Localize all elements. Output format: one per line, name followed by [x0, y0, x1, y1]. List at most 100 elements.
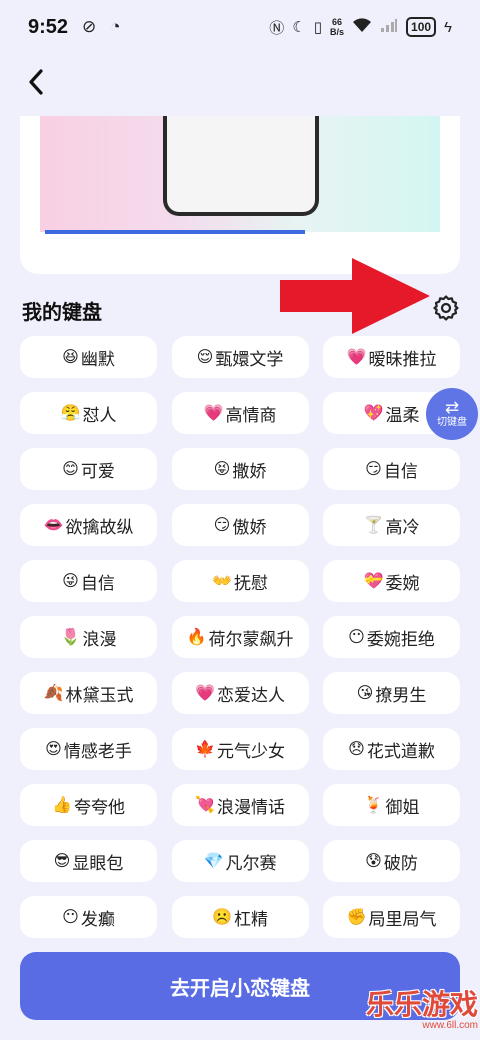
keyboard-chip[interactable]: 😍 情感老手 [20, 728, 157, 770]
keyboard-label: 御姐 [385, 797, 420, 817]
keyboard-emoji-icon: ✊ [346, 909, 367, 926]
keyboard-chip[interactable]: 😞 花式道歉 [323, 728, 460, 770]
back-button[interactable] [18, 64, 54, 100]
speedometer-icon: ◔ [110, 17, 121, 36]
keyboard-chip[interactable]: 😝 撒娇 [171, 448, 309, 490]
keyboard-label: 夸夸他 [73, 797, 125, 817]
keyboard-emoji-icon: 😏 [365, 461, 382, 478]
keyboard-emoji-icon: 😊 [62, 461, 79, 478]
keyboard-chip[interactable]: 😌 甄嬛文学 [171, 336, 309, 378]
keyboard-emoji-icon: 💗 [195, 685, 215, 702]
wifi-icon [352, 17, 372, 37]
keyboard-label: 恋爱达人 [216, 685, 285, 705]
keyboard-chip[interactable]: 🌷 浪漫 [20, 616, 157, 658]
keyboard-label: 撩男生 [375, 685, 427, 705]
keyboard-chip[interactable]: 💗 恋爱达人 [171, 672, 309, 714]
keyboard-label: 自信 [80, 573, 115, 593]
keyboard-chip[interactable]: 😰 破防 [323, 840, 460, 882]
keyboard-chip[interactable]: 😘 撩男生 [323, 672, 460, 714]
keyboard-label: 情感老手 [63, 741, 132, 761]
keyboard-chip[interactable]: 💎 凡尔赛 [171, 840, 309, 882]
keyboard-emoji-icon: 💝 [363, 573, 384, 590]
keyboard-label: 林黛玉式 [65, 685, 134, 705]
keyboard-emoji-icon: 💘 [195, 797, 215, 814]
keyboard-chip[interactable]: 😆 幽默 [20, 336, 157, 378]
keyboard-emoji-icon: 💎 [203, 853, 224, 870]
keyboard-chip[interactable]: 😜 自信 [20, 560, 157, 602]
keyboard-chip[interactable]: 😶 发癫 [20, 896, 157, 938]
watermark-logo: 乐乐游戏 www.6ll.com [366, 990, 478, 1038]
app-notification-icon: ⊘ [82, 17, 97, 36]
keyboard-label: 元气少女 [216, 741, 285, 761]
settings-button[interactable] [430, 292, 462, 324]
keyboard-chip[interactable]: 🍸 高冷 [323, 504, 460, 546]
watermark-url: www.6ll.com [422, 1020, 478, 1031]
keyboard-label: 浪漫情话 [216, 797, 285, 817]
keyboard-emoji-icon: 💗 [346, 349, 367, 366]
keyboard-chip[interactable]: ✊ 局里局气 [323, 896, 460, 938]
switch-keyboard-label: 切键盘 [437, 417, 467, 428]
keyboard-chip[interactable]: 👍 夸夸他 [20, 784, 157, 826]
keyboard-chip[interactable]: 💘 浪漫情话 [171, 784, 309, 826]
charging-icon: ϟ [444, 18, 452, 36]
keyboard-label: 幽默 [80, 349, 115, 369]
keyboard-label: 荷尔蒙飙升 [208, 629, 294, 649]
keyboard-chip[interactable]: 😶 委婉拒绝 [323, 616, 460, 658]
keyboard-emoji-icon: 👍 [52, 797, 72, 814]
keyboard-emoji-icon: 🌷 [60, 629, 81, 646]
keyboard-chip[interactable]: 👄 欲擒故纵 [20, 504, 157, 546]
preview-progress-bar [45, 230, 305, 234]
keyboard-emoji-icon: 😎 [53, 853, 71, 870]
keyboard-emoji-icon: 🍸 [363, 517, 384, 534]
keyboard-chip[interactable]: 🍹 御姐 [323, 784, 460, 826]
keyboard-emoji-icon: 👄 [43, 517, 64, 534]
keyboard-chip[interactable]: 😎 显眼包 [20, 840, 157, 882]
keyboard-chip[interactable]: 💝 委婉 [323, 560, 460, 602]
keyboard-label: 怼人 [82, 405, 117, 425]
keyboard-label: 杠精 [233, 909, 268, 929]
keyboard-emoji-icon: 😘 [356, 685, 374, 702]
keyboard-emoji-icon: 😞 [348, 741, 365, 758]
keyboard-chip[interactable]: 🔥 荷尔蒙飙升 [171, 616, 309, 658]
keyboard-label: 发癫 [80, 909, 115, 929]
keyboard-emoji-icon: 😰 [365, 853, 382, 870]
keyboard-chip[interactable]: 😊 可爱 [20, 448, 157, 490]
keyboard-chip[interactable]: 💗 高情商 [171, 392, 309, 434]
keyboard-preview-card [20, 116, 460, 274]
status-left: 9:52 ⊘ ◔ [28, 16, 121, 39]
keyboard-chip[interactable]: 🍁 元气少女 [171, 728, 309, 770]
keyboard-chip[interactable]: 😏 傲娇 [171, 504, 309, 546]
moon-icon: ☾ [292, 19, 306, 36]
keyboard-emoji-icon: 🔥 [186, 629, 207, 646]
keyboard-emoji-icon: ☹️ [212, 909, 232, 926]
keyboard-chip[interactable]: 💗 暧昧推拉 [323, 336, 460, 378]
keyboard-label: 显眼包 [72, 853, 124, 873]
keyboard-label: 高冷 [385, 517, 420, 537]
keyboard-emoji-icon: 😜 [62, 573, 79, 590]
battery-icon: 100 [406, 17, 437, 37]
keyboard-label: 高情商 [225, 405, 277, 425]
keyboard-label: 凡尔赛 [225, 853, 277, 873]
keyboard-chip[interactable]: 😏 自信 [323, 448, 460, 490]
signal-icon [380, 17, 398, 37]
red-arrow-icon [280, 258, 430, 334]
nfc-icon: Ⓝ [269, 19, 285, 37]
keyboard-chip[interactable]: ☹️ 杠精 [171, 896, 309, 938]
keyboard-emoji-icon: 😌 [196, 349, 214, 366]
keyboard-label: 花式道歉 [366, 741, 435, 761]
keyboard-emoji-icon: 😝 [213, 461, 231, 478]
keyboard-chip[interactable]: 🍂 林黛玉式 [20, 672, 157, 714]
net-speed-unit: B/s [330, 27, 345, 37]
keyboard-chip[interactable]: 😤 怼人 [20, 392, 157, 434]
keyboard-label: 浪漫 [82, 629, 117, 649]
keyboard-chip[interactable]: 👐 抚慰 [171, 560, 309, 602]
keyboard-label: 傲娇 [232, 517, 267, 537]
section-title: 我的键盘 [22, 302, 102, 324]
switch-keyboard-button[interactable]: ⇄ 切键盘 [426, 388, 478, 440]
status-bar: 9:52 ⊘ ◔ Ⓝ ☾ ▯ 66 B/s 100 ϟ [0, 0, 480, 54]
keyboard-emoji-icon: 🍹 [363, 797, 384, 814]
keyboard-label: 暧昧推拉 [368, 349, 437, 369]
keyboard-label: 破防 [383, 853, 418, 873]
keyboard-emoji-icon: 😆 [62, 349, 79, 366]
gear-icon [433, 295, 459, 321]
